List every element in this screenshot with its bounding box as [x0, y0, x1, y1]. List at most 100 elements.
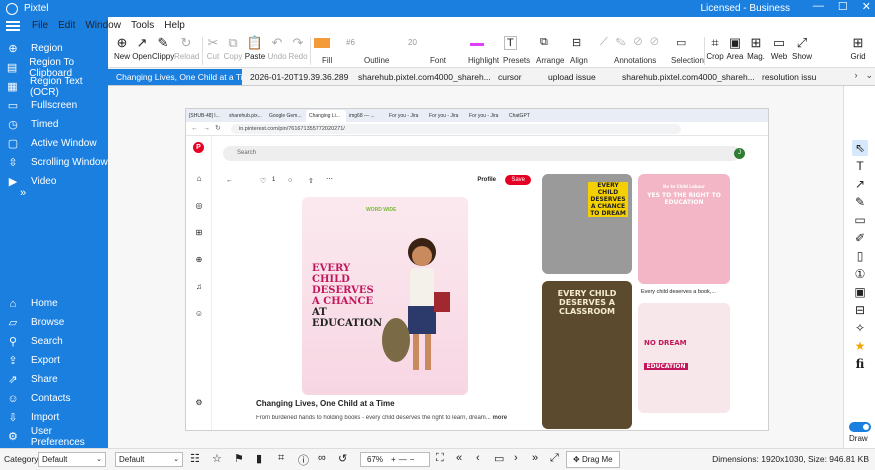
area-button[interactable]: ▣ Area [726, 36, 744, 62]
text-icon[interactable]: T [852, 158, 868, 174]
arrow-icon[interactable]: ↗ [852, 176, 868, 192]
captured-image[interactable]: [SHUB-48] I... sharehub.pix... Google Ge… [185, 108, 769, 431]
hamburger-menu-icon[interactable] [6, 19, 20, 33]
menu-help[interactable]: Help [164, 20, 185, 31]
arrange-icon[interactable]: ⧉ [540, 36, 548, 49]
cut-button[interactable]: ✂ Cut [205, 36, 221, 62]
sidebar-item-fullscreen[interactable]: ▭ Fullscreen [0, 96, 108, 115]
web-button[interactable]: ▭ Web [770, 36, 788, 62]
selection-group-label: Selection [671, 56, 704, 65]
selection-icon[interactable]: ▭ [676, 36, 686, 49]
copy-button[interactable]: ⧉ Copy [223, 36, 243, 62]
tab-sharehub-1[interactable]: sharehub.pixtel.com4000_shareh... [350, 69, 490, 85]
favorite-star-icon[interactable]: ☆ [212, 452, 222, 465]
sidebar-item-region[interactable]: ⊕ Region [0, 39, 108, 58]
tag-icon[interactable]: ⌗ [278, 452, 284, 465]
flag-icon[interactable]: ⚑ [234, 452, 244, 465]
title-bar: Pixtel Licensed - Business — ☐ ✕ [0, 0, 875, 17]
rectangle-icon[interactable]: ▭ [852, 212, 868, 228]
outline-width[interactable]: #6 [346, 38, 355, 47]
tags-icon[interactable]: ☷ [190, 452, 200, 465]
pen-icon[interactable]: ✎ [852, 194, 868, 210]
sidebar-item-contacts[interactable]: ☺ Contacts [0, 389, 108, 408]
crop-button[interactable]: ⌗ Crop [706, 36, 724, 62]
step-icon[interactable]: ① [852, 266, 868, 282]
reload-button[interactable]: ↻ Reload [174, 36, 199, 62]
drag-me-button[interactable]: ✥ Drag Me [566, 451, 620, 468]
sidebar-more-button[interactable]: » [20, 187, 26, 199]
info-icon[interactable]: ⓘ [298, 452, 309, 468]
marker-icon[interactable]: ✐ [852, 230, 868, 246]
editor-canvas[interactable]: [SHUB-48] I... sharehub.pix... Google Ge… [108, 86, 843, 448]
close-button[interactable]: ✕ [862, 0, 871, 13]
sidebar-item-region-clipboard[interactable]: ▤ Region To Clipboard [0, 57, 108, 79]
menu-file[interactable]: File [32, 20, 48, 31]
redo-button[interactable]: ↷ Redo [288, 36, 308, 62]
sidebar-item-import[interactable]: ⇩ Import [0, 408, 108, 427]
category-select[interactable]: Default ⌄ [38, 452, 106, 467]
select-icon[interactable]: ⇖ [852, 140, 868, 156]
fi-icon[interactable]: fi [852, 356, 868, 372]
undo-button[interactable]: ↶ Undo [266, 36, 288, 62]
sidebar-item-user-preferences[interactable]: ⚙ User Preferences [0, 426, 108, 448]
sidebar-item-search[interactable]: ⚲ Search [0, 332, 108, 351]
sidebar-item-video[interactable]: ▶ Video [0, 172, 108, 191]
secondary-select[interactable]: Default ⌄ [115, 452, 183, 467]
clippy-button[interactable]: ✎ Clippy [152, 36, 174, 62]
menu-tools[interactable]: Tools [131, 20, 154, 31]
zoom-slider-icon[interactable]: — [399, 455, 407, 464]
note-icon[interactable]: ▯ [852, 248, 868, 264]
tab-cursor[interactable]: cursor [490, 69, 540, 85]
sidebar-item-share[interactable]: ⇗ Share [0, 370, 108, 389]
sidebar-item-scrolling-window[interactable]: ⇳ Scrolling Window [0, 153, 108, 172]
blur-icon[interactable]: ⊟ [852, 302, 868, 318]
star-icon[interactable]: ★ [852, 338, 868, 354]
tab-timestamp[interactable]: 2026-01-20T19.39.36.289 [242, 69, 350, 85]
link-icon[interactable]: ∞ [318, 452, 326, 464]
tab-upload-issue[interactable]: upload issue [540, 69, 614, 85]
align-icon[interactable]: ⊟ [572, 36, 581, 49]
menu-window[interactable]: Window [85, 20, 121, 31]
bookmark-icon[interactable]: ▮ [256, 452, 262, 465]
fill-color-swatch[interactable] [314, 38, 330, 48]
maximize-button[interactable]: ☐ [838, 0, 848, 13]
font-size-select[interactable]: 20 [408, 38, 417, 47]
zoom-out-icon[interactable]: − [410, 455, 415, 464]
minimize-button[interactable]: — [813, 0, 824, 13]
annotation-tools-icon[interactable]: ⟋✎⊘⊘ [600, 36, 667, 49]
zoom-control[interactable]: 67% + — − [360, 452, 430, 467]
tab-scroll-right-icon[interactable]: › [854, 70, 857, 81]
show-button[interactable]: ⤢ Show [792, 36, 812, 62]
magnifier-button[interactable]: ⊞ Mag. [746, 36, 766, 62]
menu-edit[interactable]: Edit [58, 20, 75, 31]
zoom-in-icon[interactable]: + [391, 455, 396, 464]
next-icon[interactable]: › [514, 452, 518, 464]
sidebar-item-home[interactable]: ⌂ Home [0, 294, 108, 313]
fullscreen-icon[interactable]: ▭ [494, 452, 504, 465]
tab-list-dropdown-icon[interactable]: ⌄ [865, 70, 873, 81]
sidebar-item-active-window[interactable]: ▢ Active Window [0, 134, 108, 153]
sidebar-item-region-ocr[interactable]: ▦ Region Text (OCR) [0, 76, 108, 98]
sidebar-item-timed[interactable]: ◷ Timed [0, 115, 108, 134]
maximize-icon[interactable]: ⤢ [550, 452, 559, 465]
grid-button[interactable]: ⊞ Grid [848, 36, 868, 62]
magic-icon[interactable]: ✧ [852, 320, 868, 336]
browser-tab-active: Changing Li... [306, 110, 346, 122]
new-button[interactable]: ⊕ New [112, 36, 132, 62]
sidebar-item-export[interactable]: ⇪ Export [0, 351, 108, 370]
presets-icon[interactable]: T [504, 36, 517, 50]
fit-icon[interactable]: ⛶ [436, 452, 444, 465]
stamp-icon[interactable]: ▣ [852, 284, 868, 300]
draw-toggle[interactable] [849, 422, 871, 432]
highlight-color-swatch[interactable] [470, 38, 484, 46]
previous-icon[interactable]: ‹ [476, 452, 480, 464]
open-button[interactable]: ↗ Open [132, 36, 152, 62]
tab-resolution-issue[interactable]: resolution issu [754, 69, 830, 85]
paste-button[interactable]: 📋 Paste [244, 36, 266, 62]
tab-sharehub-2[interactable]: sharehub.pixtel.com4000_shareh... [614, 69, 754, 85]
first-icon[interactable]: « [456, 452, 462, 464]
sidebar-item-browse[interactable]: ▱ Browse [0, 313, 108, 332]
last-icon[interactable]: » [532, 452, 538, 464]
history-icon[interactable]: ↺ [338, 452, 347, 465]
tab-changing-lives[interactable]: Changing Lives, One Child at a Ti... [108, 69, 242, 85]
